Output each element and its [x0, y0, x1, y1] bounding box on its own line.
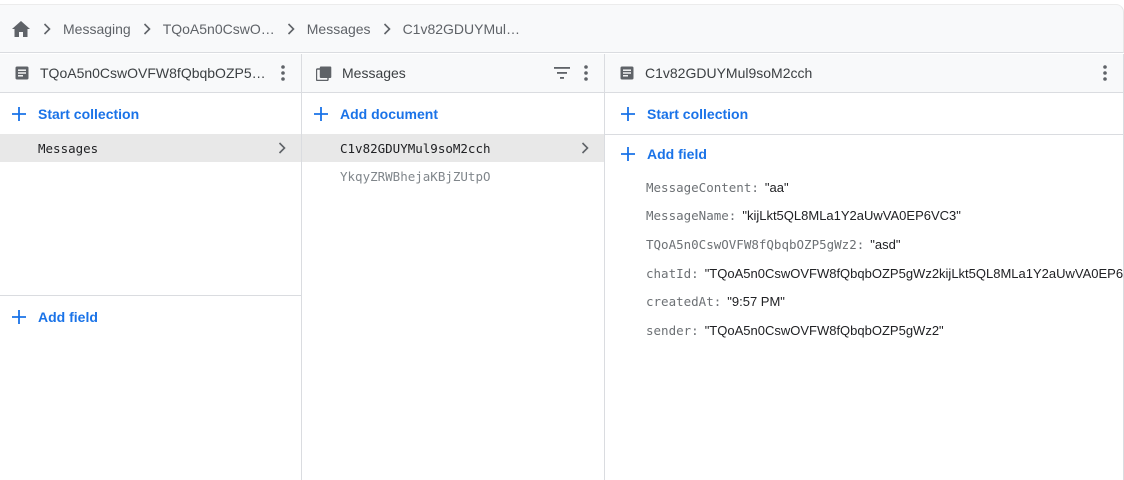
field-row[interactable]: MessageContent: "aa": [605, 173, 1123, 202]
breadcrumb-item-current-document[interactable]: C1v82GDUYMul…: [403, 21, 520, 37]
document-label: YkqyZRWBhejaKBjZUtpO: [340, 168, 491, 184]
chevron-right-icon: [279, 22, 303, 35]
plus-icon: [12, 106, 26, 121]
chevron-right-icon: [580, 141, 590, 155]
collection-icon: [316, 65, 332, 81]
field-key: MessageContent: [646, 179, 752, 195]
collection-item-messages[interactable]: Messages: [0, 134, 301, 162]
start-collection-label: Start collection: [647, 105, 749, 122]
document-item-selected[interactable]: C1v82GDUYMul9soM2cch: [302, 134, 604, 162]
panel-header: C1v82GDUYMul9soM2cch: [605, 54, 1123, 93]
field-value: "kijLkt5QL8MLa1Y2aUwVA0EP6VC3": [742, 208, 961, 224]
more-vert-icon[interactable]: [1095, 61, 1115, 85]
field-row[interactable]: chatId: "TQoA5n0CswOVFW8fQbqbOZP5gWz2kij…: [605, 259, 1123, 288]
collection-label: Messages: [38, 140, 99, 156]
field-row[interactable]: TQoA5n0CswOVFW8fQbqbOZP5gWz2: "asd": [605, 230, 1123, 259]
more-vert-icon[interactable]: [273, 61, 293, 85]
document-detail-panel: C1v82GDUYMul9soM2cch Start collection Ad…: [605, 54, 1124, 480]
chevron-right-icon: [375, 22, 399, 35]
add-field-button[interactable]: Add field: [0, 296, 301, 337]
chevron-right-icon: [35, 22, 59, 35]
field-value: "9:57 PM": [727, 294, 785, 310]
add-field-label: Add field: [647, 146, 707, 162]
collection-panel: Messages Add document C1v82GDUYMul9soM2c…: [302, 54, 605, 480]
plus-icon: [621, 106, 635, 121]
plus-icon: [621, 147, 635, 161]
panel-header: TQoA5n0CswOVFW8fQbqbOZP5gWz2ki…: [0, 54, 301, 93]
more-vert-icon[interactable]: [576, 61, 596, 85]
panel-title: Messages: [342, 65, 406, 81]
data-panels: TQoA5n0CswOVFW8fQbqbOZP5gWz2ki… Start co…: [0, 54, 1124, 480]
document-item[interactable]: YkqyZRWBhejaKBjZUtpO: [302, 162, 604, 190]
field-row[interactable]: MessageName: "kijLkt5QL8MLa1Y2aUwVA0EP6V…: [605, 202, 1123, 231]
field-row[interactable]: createdAt: "9:57 PM": [605, 287, 1123, 316]
add-document-label: Add document: [340, 105, 438, 122]
document-panel: TQoA5n0CswOVFW8fQbqbOZP5gWz2ki… Start co…: [0, 54, 302, 480]
document-icon: [14, 65, 30, 81]
field-value: "aa": [764, 179, 789, 195]
field-value: "asd": [870, 236, 901, 252]
plus-icon: [314, 106, 328, 121]
panel-header: Messages: [302, 54, 604, 93]
add-field-button[interactable]: Add field: [605, 135, 1123, 173]
breadcrumb: Messaging TQoA5n0CswO… Messages C1v82GDU…: [0, 4, 1124, 53]
field-key: sender: [646, 322, 692, 338]
home-icon[interactable]: [11, 19, 31, 39]
start-collection-button[interactable]: Start collection: [605, 93, 1123, 134]
breadcrumb-item-document[interactable]: TQoA5n0CswO…: [163, 21, 275, 37]
field-key: chatId: [646, 265, 692, 281]
field-key: TQoA5n0CswOVFW8fQbqbOZP5gWz2: [646, 236, 857, 252]
chevron-right-icon: [135, 22, 159, 35]
field-value: "TQoA5n0CswOVFW8fQbqbOZP5gWz2": [704, 322, 944, 338]
field-key: MessageName: [646, 208, 729, 224]
field-list: MessageContent: "aa" MessageName: "kijLk…: [605, 173, 1123, 345]
start-collection-button[interactable]: Start collection: [0, 93, 301, 134]
panel-title: C1v82GDUYMul9soM2cch: [645, 65, 813, 81]
add-field-label: Add field: [38, 308, 98, 325]
plus-icon: [12, 309, 26, 324]
document-icon: [619, 65, 635, 81]
breadcrumb-item-messaging[interactable]: Messaging: [63, 21, 131, 37]
field-row[interactable]: sender: "TQoA5n0CswOVFW8fQbqbOZP5gWz2": [605, 316, 1123, 345]
start-collection-label: Start collection: [38, 105, 140, 122]
add-document-button[interactable]: Add document: [302, 93, 604, 134]
field-value: "TQoA5n0CswOVFW8fQbqbOZP5gWz2kijLkt5QL8M…: [704, 265, 1124, 281]
document-label: C1v82GDUYMul9soM2cch: [340, 140, 491, 156]
filter-icon[interactable]: [550, 61, 574, 85]
chevron-right-icon: [277, 141, 287, 155]
panel-title: TQoA5n0CswOVFW8fQbqbOZP5gWz2ki…: [40, 65, 273, 81]
field-key: createdAt: [646, 294, 714, 310]
breadcrumb-item-messages[interactable]: Messages: [307, 21, 371, 37]
